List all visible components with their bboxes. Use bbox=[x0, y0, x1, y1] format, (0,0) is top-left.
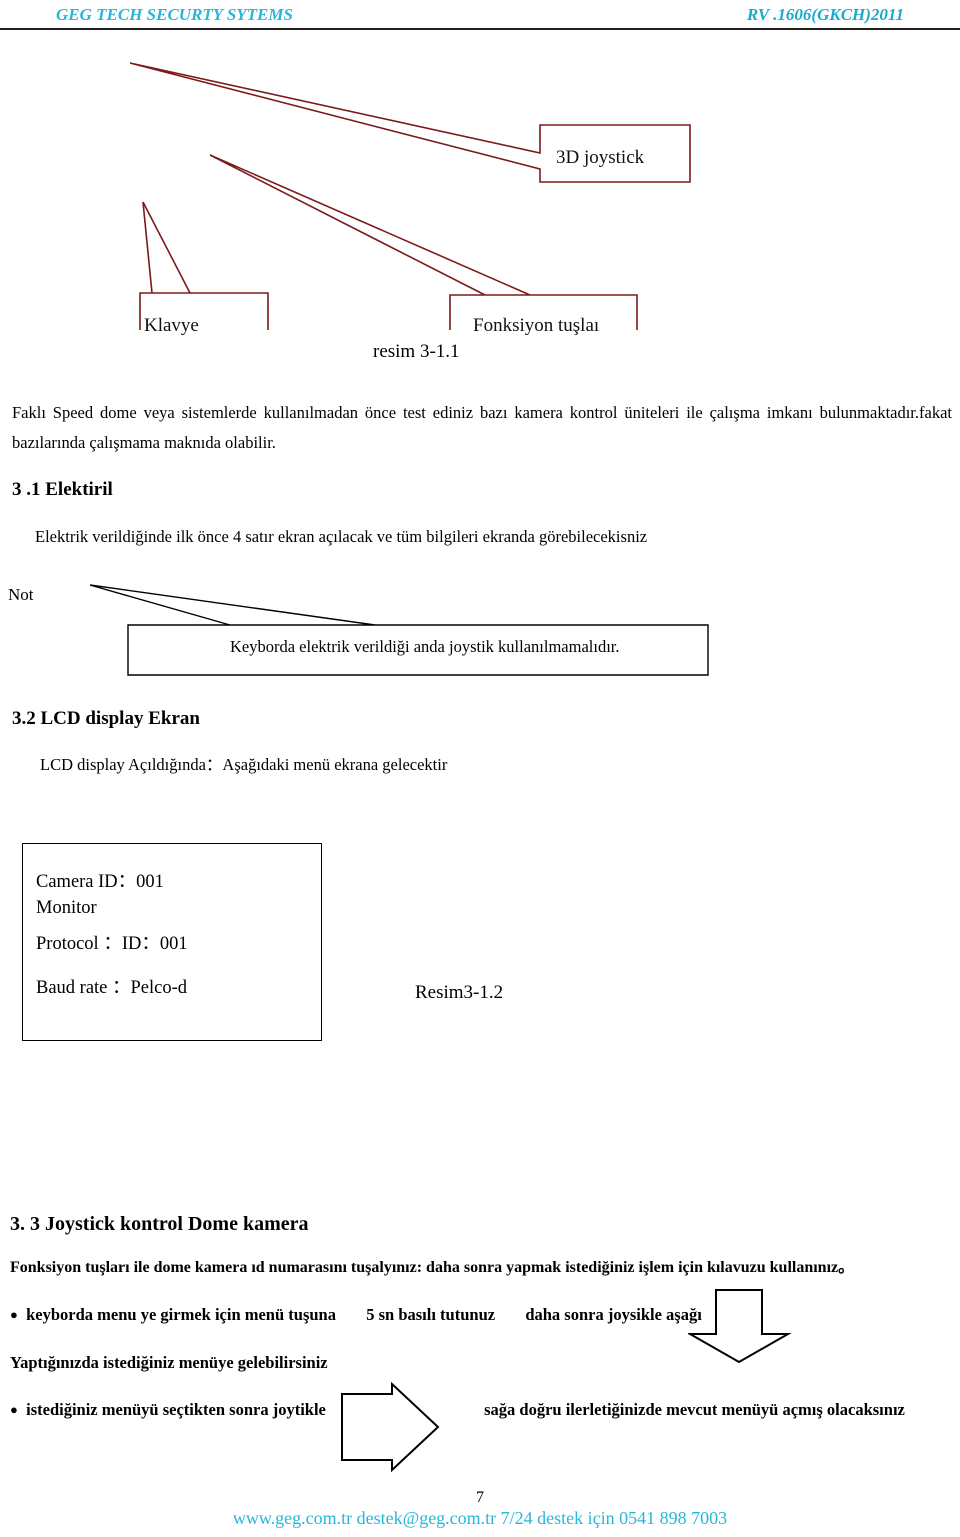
figure-caption-resim-3-1-1: resim 3-1.1 bbox=[373, 341, 460, 362]
bullet-2-part-2: sağa doğru ilerletiğinizde mevcut menüyü… bbox=[484, 1400, 905, 1419]
bullet-1-part-1: keyborda menu ye girmek için menü tuşuna bbox=[26, 1305, 336, 1324]
lcd-line-monitor: Monitor bbox=[36, 898, 97, 918]
section-heading-3-1: 3 .1 Elektiril bbox=[12, 479, 113, 500]
note-callout bbox=[0, 575, 760, 695]
bullet-item-2: ● istediğiniz menüyü seçtikten sonra joy… bbox=[10, 1400, 905, 1420]
note-text: Keyborda elektrik verildiği anda joystik… bbox=[230, 637, 620, 656]
callout-shape-klavye bbox=[139, 201, 269, 330]
callout-lines-svg bbox=[129, 62, 691, 330]
lcd-line-protocol: Protocol ：ID：001 bbox=[36, 934, 188, 954]
arrow-right-icon bbox=[341, 1382, 440, 1472]
section-heading-3-2: 3.2 LCD display Ekran bbox=[12, 708, 200, 729]
arrow-down-icon bbox=[688, 1289, 792, 1364]
intro-paragraph: Faklı Speed dome veya sistemlerde kullan… bbox=[12, 403, 952, 452]
callout-label-fonksiyon-tuslari: Fonksiyon tuşlaı bbox=[473, 315, 600, 336]
lcd-line-camera-id: Camera ID：001 bbox=[36, 872, 164, 892]
figure-caption-resim-3-1-2: Resim3-1.2 bbox=[415, 982, 504, 1003]
lcd-line-baud-rate: Baud rate ：Pelco-d bbox=[36, 978, 188, 998]
callout-label-klavye: Klavye bbox=[144, 315, 199, 336]
section-3-1-body: Elektrik verildiğinde ilk önce 4 satır e… bbox=[35, 527, 648, 546]
document-page: GEG TECH SECURTY SYTEMS RV .1606(GKCH)20… bbox=[0, 0, 960, 1537]
note-callout-shape bbox=[89, 584, 709, 676]
bullet-1-continuation: Yaptığınızda istediğiniz menüye gelebili… bbox=[10, 1353, 328, 1372]
page-header: GEG TECH SECURTY SYTEMS RV .1606(GKCH)20… bbox=[0, 0, 960, 30]
section-3-3-body: Fonksiyon tuşları ile dome kamera ıd num… bbox=[10, 1259, 855, 1276]
keyboard-callout-diagram: 3D joystick Klavye Fonksiyon tuşlaı bbox=[0, 30, 960, 336]
bullet-2-part-1: istediğiniz menüyü seçtikten sonra joyti… bbox=[26, 1400, 326, 1419]
bullet-1-part-2: 5 sn basılı tutunuz bbox=[366, 1305, 496, 1324]
bullet-dot-icon: ● bbox=[10, 1307, 18, 1322]
callout-label-3d-joystick: 3D joystick bbox=[556, 147, 645, 168]
bullet-1-part-3: daha sonra joysikle aşağı bbox=[525, 1305, 702, 1324]
header-revision-code: RV .1606(GKCH)2011 bbox=[746, 5, 904, 24]
note-callout-shape-svg bbox=[89, 584, 709, 676]
section-3-2-body: LCD display Açıldığında：Aşağıdaki menü e… bbox=[40, 755, 448, 774]
bullet-item-1: ● keyborda menu ye girmek için menü tuşu… bbox=[10, 1305, 702, 1325]
bullet-dot-icon: ● bbox=[10, 1402, 18, 1417]
footer-page-number: 7 bbox=[476, 1489, 484, 1506]
header-company-title: GEG TECH SECURTY SYTEMS bbox=[56, 5, 293, 24]
section-heading-3-3: 3. 3 Joystick kontrol Dome kamera bbox=[10, 1213, 309, 1235]
footer-contact-line: www.geg.com.tr destek@geg.com.tr 7/24 de… bbox=[232, 1508, 728, 1528]
